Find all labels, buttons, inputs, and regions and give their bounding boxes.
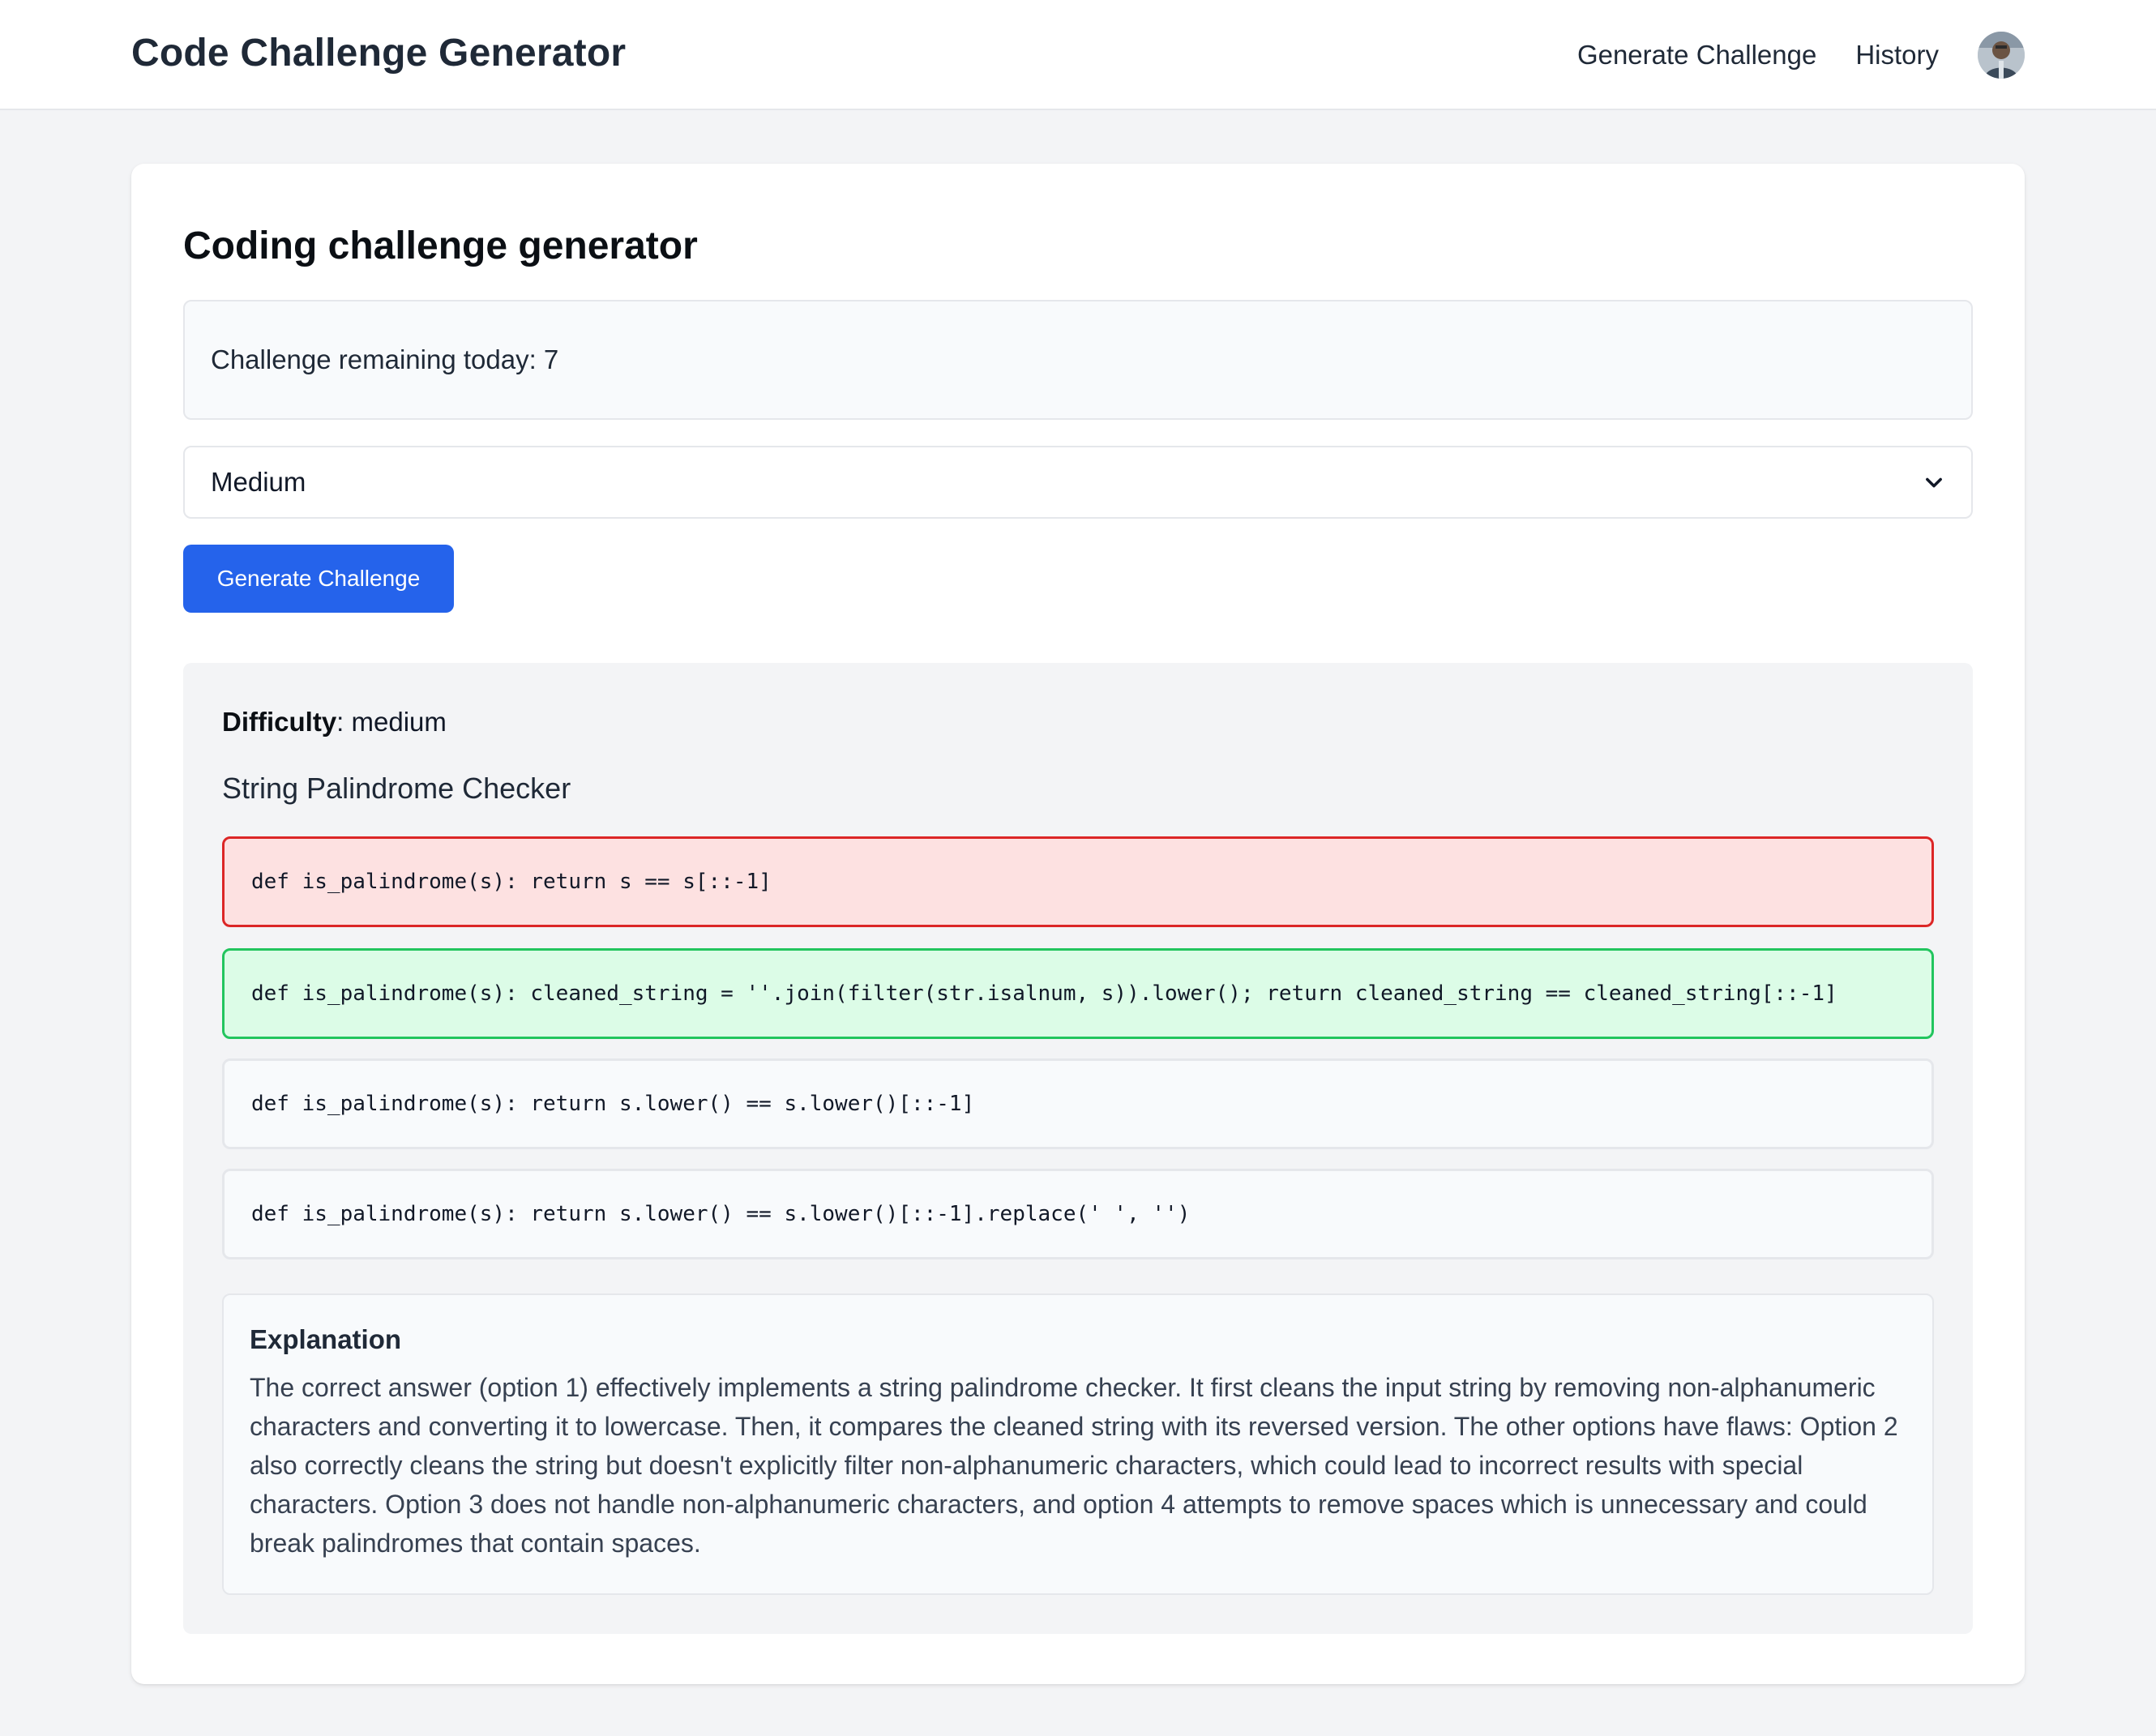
answer-option-1[interactable]: def is_palindrome(s): return s == s[::-1… — [222, 836, 1934, 927]
explanation-text: The correct answer (option 1) effectivel… — [250, 1373, 1898, 1558]
quota-text: Challenge remaining today: 7 — [211, 344, 559, 374]
challenge-panel: Difficulty: medium String Palindrome Che… — [183, 663, 1973, 1634]
main-nav: Generate Challenge History — [1577, 29, 2025, 81]
answer-option-3[interactable]: def is_palindrome(s): return s.lower() =… — [222, 1058, 1934, 1149]
nav-generate-challenge-link[interactable]: Generate Challenge — [1577, 40, 1816, 71]
generate-challenge-button[interactable]: Generate Challenge — [183, 545, 454, 613]
user-avatar[interactable] — [1978, 32, 2025, 79]
difficulty-label: Difficulty — [222, 707, 337, 737]
challenge-title: String Palindrome Checker — [222, 772, 571, 805]
difficulty-line: Difficulty: medium — [222, 707, 447, 738]
page-title: Coding challenge generator — [183, 224, 698, 267]
answer-option-4[interactable]: def is_palindrome(s): return s.lower() =… — [222, 1169, 1934, 1259]
explanation-box: Explanation The correct answer (option 1… — [222, 1293, 1934, 1595]
app-title: Code Challenge Generator — [131, 32, 627, 75]
generator-card: Coding challenge generator Challenge rem… — [131, 164, 2025, 1684]
user-avatar-icon — [1978, 32, 2025, 79]
quota-box: Challenge remaining today: 7 — [183, 300, 1973, 420]
difficulty-select[interactable]: Medium — [183, 446, 1973, 519]
chevron-down-icon — [1926, 477, 1942, 488]
difficulty-value: : medium — [336, 707, 447, 737]
top-navbar: Code Challenge Generator Generate Challe… — [0, 0, 2156, 110]
answer-option-2[interactable]: def is_palindrome(s): cleaned_string = '… — [222, 948, 1934, 1039]
nav-history-link[interactable]: History — [1855, 40, 1939, 71]
difficulty-select-value: Medium — [211, 467, 306, 497]
explanation-heading: Explanation — [250, 1324, 402, 1354]
